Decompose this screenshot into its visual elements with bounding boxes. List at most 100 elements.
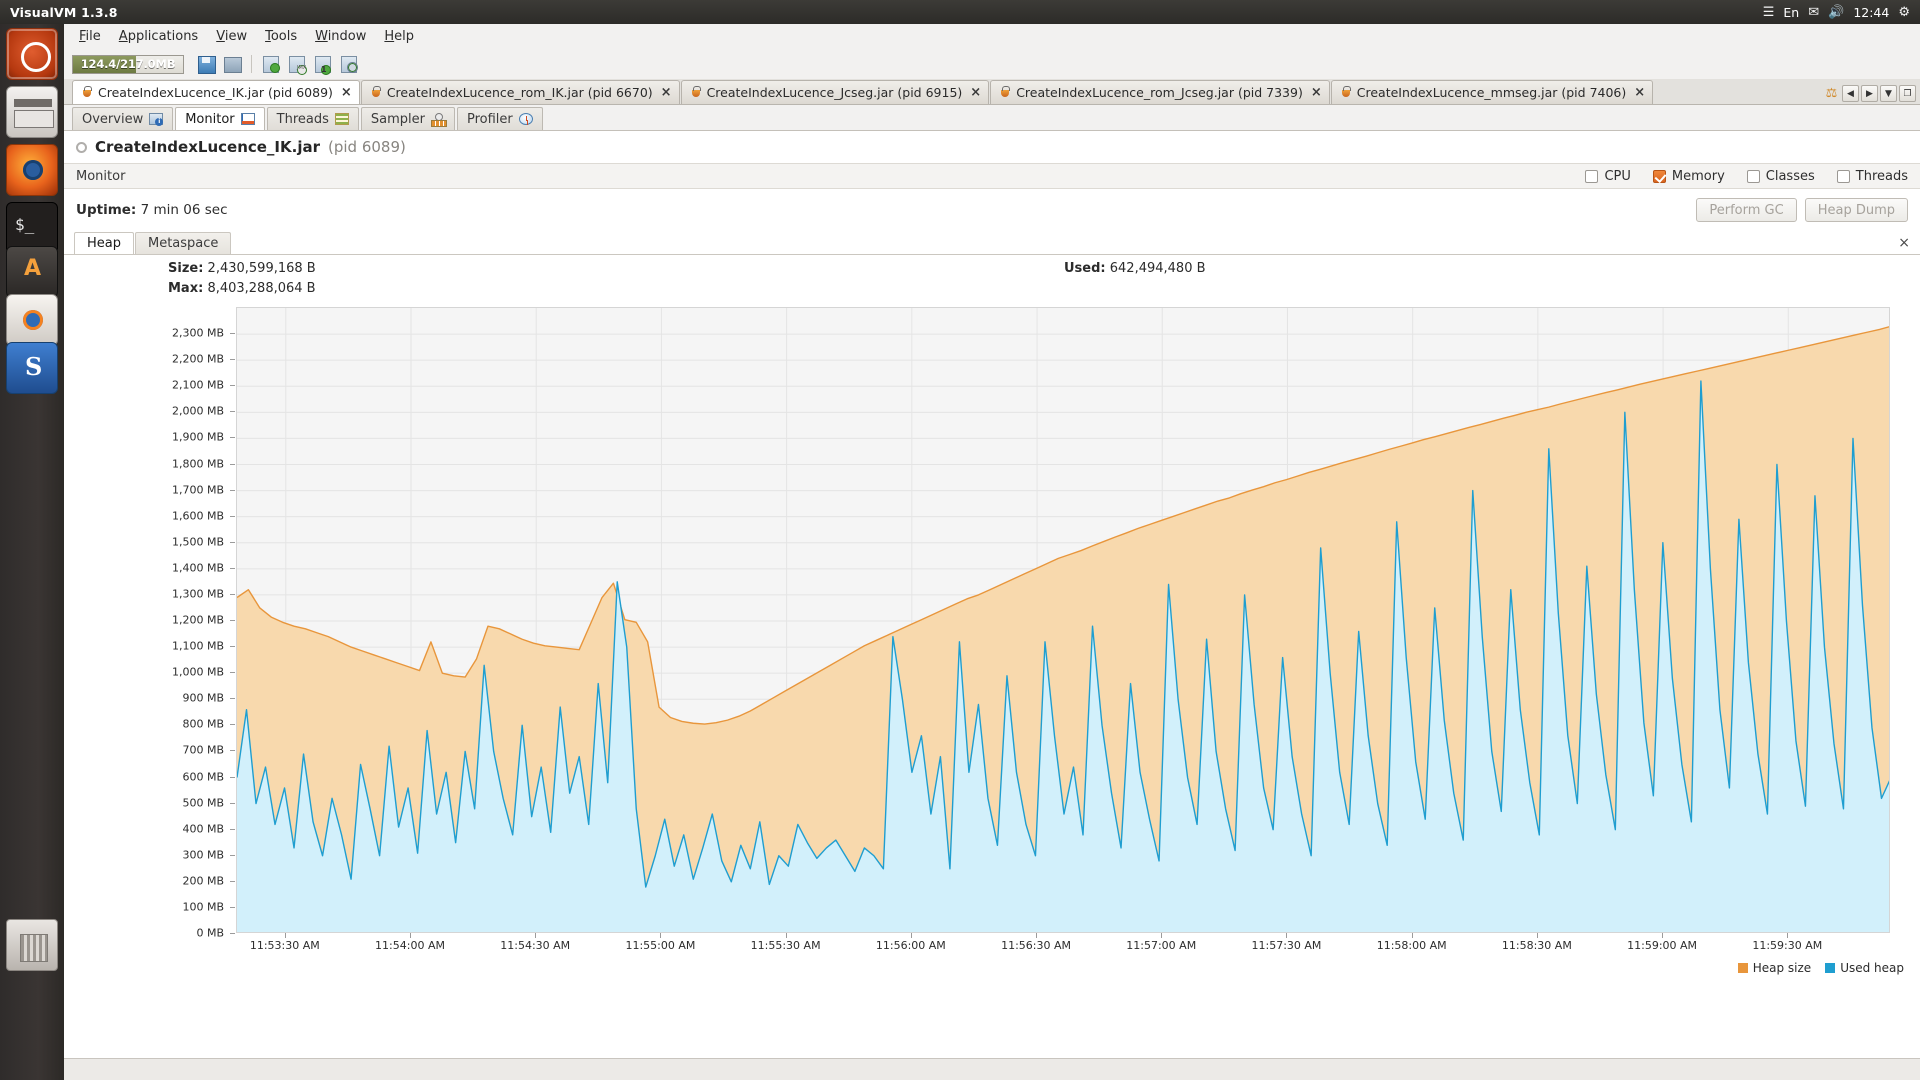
x-axis-tick (1286, 933, 1288, 938)
checkbox-classes[interactable]: Classes (1746, 168, 1815, 184)
app-tab-2[interactable]: CreateIndexLucence_Jcseg.jar (pid 6915) … (680, 80, 990, 104)
add-application-button[interactable] (259, 52, 283, 76)
launcher-item-files[interactable] (6, 86, 58, 138)
y-axis-tick (230, 359, 235, 361)
view-tab-bar: Overview Monitor Threads Sampler Profile… (64, 105, 1920, 130)
legend-swatch-used-heap (1825, 963, 1836, 973)
heap-dump-button[interactable]: Heap Dump (1804, 198, 1908, 222)
tab-monitor[interactable]: Monitor (175, 107, 265, 130)
wifi-icon[interactable]: ☰ (1763, 6, 1775, 19)
tab-maximize-button[interactable]: ❐ (1899, 85, 1916, 102)
power-icon[interactable]: ⚙ (1898, 6, 1910, 19)
y-axis-label: 400 MB (182, 822, 224, 836)
checkbox-classes-box[interactable] (1746, 169, 1760, 183)
x-axis-label: 11:58:30 AM (1501, 939, 1572, 952)
y-axis-label: 300 MB (182, 848, 224, 862)
save-snapshot-button[interactable] (194, 52, 218, 76)
tab-scroll-left-button[interactable]: ◀ (1842, 85, 1859, 102)
tab-overview[interactable]: Overview (72, 107, 174, 130)
app-tab-0[interactable]: CreateIndexLucence_IK.jar (pid 6089) × (72, 80, 360, 104)
tab-navigation-controls: ⚖ ◀ ▶ ▼ ❐ (1819, 85, 1920, 104)
checkbox-cpu-box[interactable] (1585, 169, 1599, 183)
heap-size-label: Size: (168, 261, 204, 276)
sampler-icon (430, 113, 447, 127)
add-jmx-connection-button[interactable] (285, 52, 309, 76)
y-axis-label: 1,000 MB (171, 665, 224, 679)
app-tab-4-close-icon[interactable]: × (1634, 86, 1645, 99)
menu-bar: File Applications View Tools Window Help (64, 24, 1920, 49)
tab-threads[interactable]: Threads (266, 107, 359, 130)
app-tab-4[interactable]: CreateIndexLucence_mmseg.jar (pid 7406) … (1330, 80, 1654, 104)
volume-icon[interactable]: 🔊 (1828, 6, 1844, 19)
y-axis-label: 700 MB (182, 743, 224, 757)
launcher-item-amarok[interactable] (6, 294, 58, 346)
y-axis-tick (230, 854, 235, 856)
menu-item-window[interactable]: Window (306, 26, 375, 47)
launcher-item-trash[interactable] (6, 919, 58, 971)
tab-heap[interactable]: Heap (74, 232, 134, 254)
y-axis-label: 2,100 MB (171, 378, 224, 392)
y-axis-label: 600 MB (182, 770, 224, 783)
menu-item-file[interactable]: File (70, 26, 110, 47)
heap-metaspace-tabs: Heap Metaspace × (64, 231, 1920, 254)
app-tab-3-close-icon[interactable]: × (1311, 86, 1322, 99)
launcher-item-firefox[interactable] (6, 144, 58, 196)
perform-gc-button[interactable]: Perform GC (1696, 198, 1797, 222)
app-tab-3[interactable]: CreateIndexLucence_rom_Jcseg.jar (pid 73… (990, 80, 1330, 104)
menu-item-help[interactable]: Help (375, 26, 423, 47)
x-axis-tick (660, 933, 662, 938)
menu-item-applications[interactable]: Applications (110, 26, 207, 47)
legend-label-heap-size: Heap size (1752, 961, 1812, 975)
uptime-value: 7 min 06 sec (140, 202, 228, 218)
menu-item-tools[interactable]: Tools (256, 26, 306, 47)
menu-item-view[interactable]: View (207, 26, 256, 47)
launcher-item-software-center[interactable] (6, 246, 58, 298)
x-axis-label: 11:58:00 AM (1376, 939, 1447, 952)
heap-chart-panel: Size: 2,430,599,168 B Max: 8,403,288,064… (64, 255, 1920, 1058)
x-axis-label: 11:57:00 AM (1126, 939, 1197, 952)
add-local-button[interactable] (337, 52, 361, 76)
clock[interactable]: 12:44 (1853, 5, 1889, 20)
mail-icon[interactable]: ✉ (1808, 6, 1819, 19)
y-axis-label: 1,300 MB (171, 587, 224, 601)
checkbox-memory-box[interactable] (1652, 169, 1666, 183)
application-tab-bar: CreateIndexLucence_IK.jar (pid 6089) × C… (64, 79, 1920, 105)
threads-icon (334, 113, 349, 125)
tab-sampler[interactable]: Sampler (360, 107, 455, 130)
legend-item-used-heap[interactable]: Used heap (1825, 961, 1904, 975)
keyboard-layout-indicator[interactable]: En (1783, 5, 1799, 20)
y-axis-tick (230, 411, 235, 413)
app-tab-1[interactable]: CreateIndexLucence_rom_IK.jar (pid 6670)… (360, 80, 680, 104)
y-axis-tick (230, 906, 235, 908)
close-icon[interactable]: × (1898, 235, 1910, 251)
x-axis-tick (410, 933, 411, 938)
chart-plot-area[interactable] (236, 307, 1890, 933)
tab-metaspace[interactable]: Metaspace (135, 232, 232, 254)
tab-scroll-right-button[interactable]: ▶ (1861, 85, 1878, 102)
y-axis-label: 800 MB (182, 717, 224, 731)
checkbox-memory[interactable]: Memory (1652, 169, 1725, 184)
launcher-item-blue-app[interactable] (6, 342, 58, 394)
legend-item-heap-size[interactable]: Heap size (1737, 961, 1812, 975)
checkbox-threads-box[interactable] (1836, 169, 1850, 183)
pin-icon[interactable]: ⚖ (1823, 85, 1840, 102)
checkbox-threads[interactable]: Threads (1836, 169, 1908, 184)
tab-list-button[interactable]: ▼ (1880, 85, 1897, 102)
app-tab-2-close-icon[interactable]: × (970, 86, 981, 99)
app-tab-4-label: CreateIndexLucence_mmseg.jar (pid 7406) (1356, 85, 1627, 100)
overview-icon (149, 113, 164, 126)
checkbox-cpu[interactable]: CPU (1585, 169, 1631, 184)
checkbox-classes-label: Classes (1765, 168, 1815, 184)
save-all-button[interactable] (220, 52, 244, 76)
visualvm-heap-monitor[interactable]: 124.4/217.0MB (72, 54, 184, 74)
app-tab-1-close-icon[interactable]: × (661, 86, 672, 99)
x-axis-label: 11:59:30 AM (1752, 939, 1823, 952)
launcher-item-ubuntu-dash[interactable] (6, 28, 58, 80)
unity-launcher (0, 24, 64, 1080)
app-tab-0-close-icon[interactable]: × (341, 86, 352, 99)
x-axis-tick (1411, 933, 1413, 938)
add-remote-host-button[interactable] (311, 52, 335, 76)
y-axis-tick (230, 593, 235, 595)
tab-profiler[interactable]: Profiler (456, 107, 543, 130)
y-axis-tick (230, 698, 235, 700)
